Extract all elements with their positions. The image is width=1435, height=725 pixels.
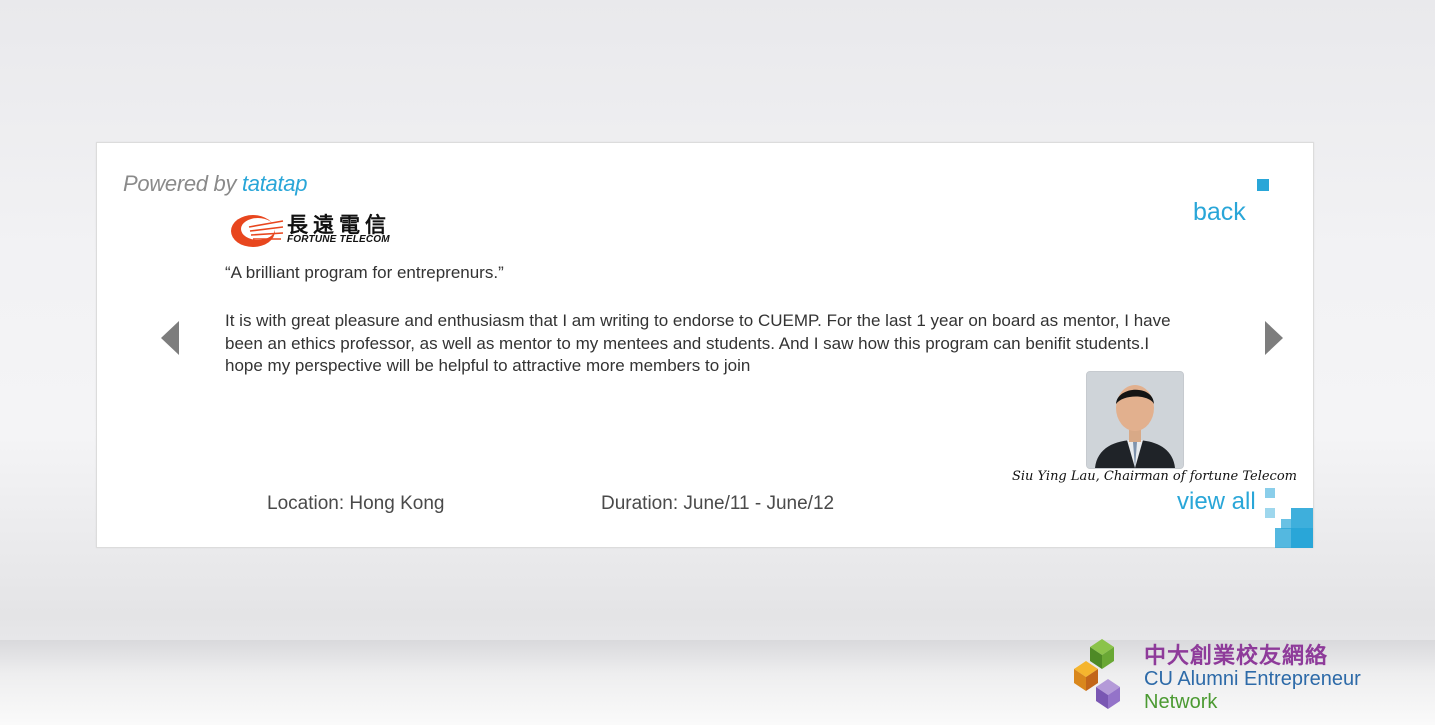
org-name-en-line2: Network: [1144, 691, 1218, 713]
cube-logo-icon: [1074, 639, 1120, 709]
fortune-telecom-logo-icon: [231, 215, 284, 247]
testimonial-body: It is with great pleasure and enthusiasm…: [225, 311, 1171, 375]
company-name-en: FORTUNE TELECOM: [287, 234, 390, 245]
view-all-link[interactable]: view all: [1177, 488, 1256, 516]
next-arrow-button[interactable]: [1265, 321, 1283, 355]
org-name-cn: 中大創業校友網絡: [1144, 643, 1329, 668]
author-signature: Siu Ying Lau, Chairman of fortune Teleco…: [1011, 469, 1297, 484]
powered-by-label: Powered by tatatap: [123, 171, 307, 197]
powered-prefix: Powered by: [123, 171, 237, 196]
org-name-en-line1: CU Alumni Entrepreneur: [1144, 668, 1361, 690]
back-decor-square: [1257, 179, 1269, 191]
company-logo: 長遠電信 FORTUNE TELECOM: [229, 209, 399, 253]
back-link[interactable]: back: [1193, 198, 1246, 227]
testimonial-card: Powered by tatatap 長遠電信 FORTUNE TELECOM …: [96, 142, 1314, 548]
duration-label: Duration: June/11 - June/12: [601, 493, 835, 514]
prev-arrow-button[interactable]: [161, 321, 179, 355]
author-avatar: [1086, 371, 1184, 469]
location-label: Location: Hong Kong: [267, 493, 445, 514]
author-photo-icon: [1087, 372, 1183, 468]
testimonial-quote: “A brilliant program for entreprenurs.”: [225, 263, 504, 282]
cu-alumni-network-logo: 中大創業校友網絡 CU Alumni Entrepreneur Network: [1070, 635, 1390, 720]
powered-brand-link[interactable]: tatatap: [242, 171, 307, 196]
